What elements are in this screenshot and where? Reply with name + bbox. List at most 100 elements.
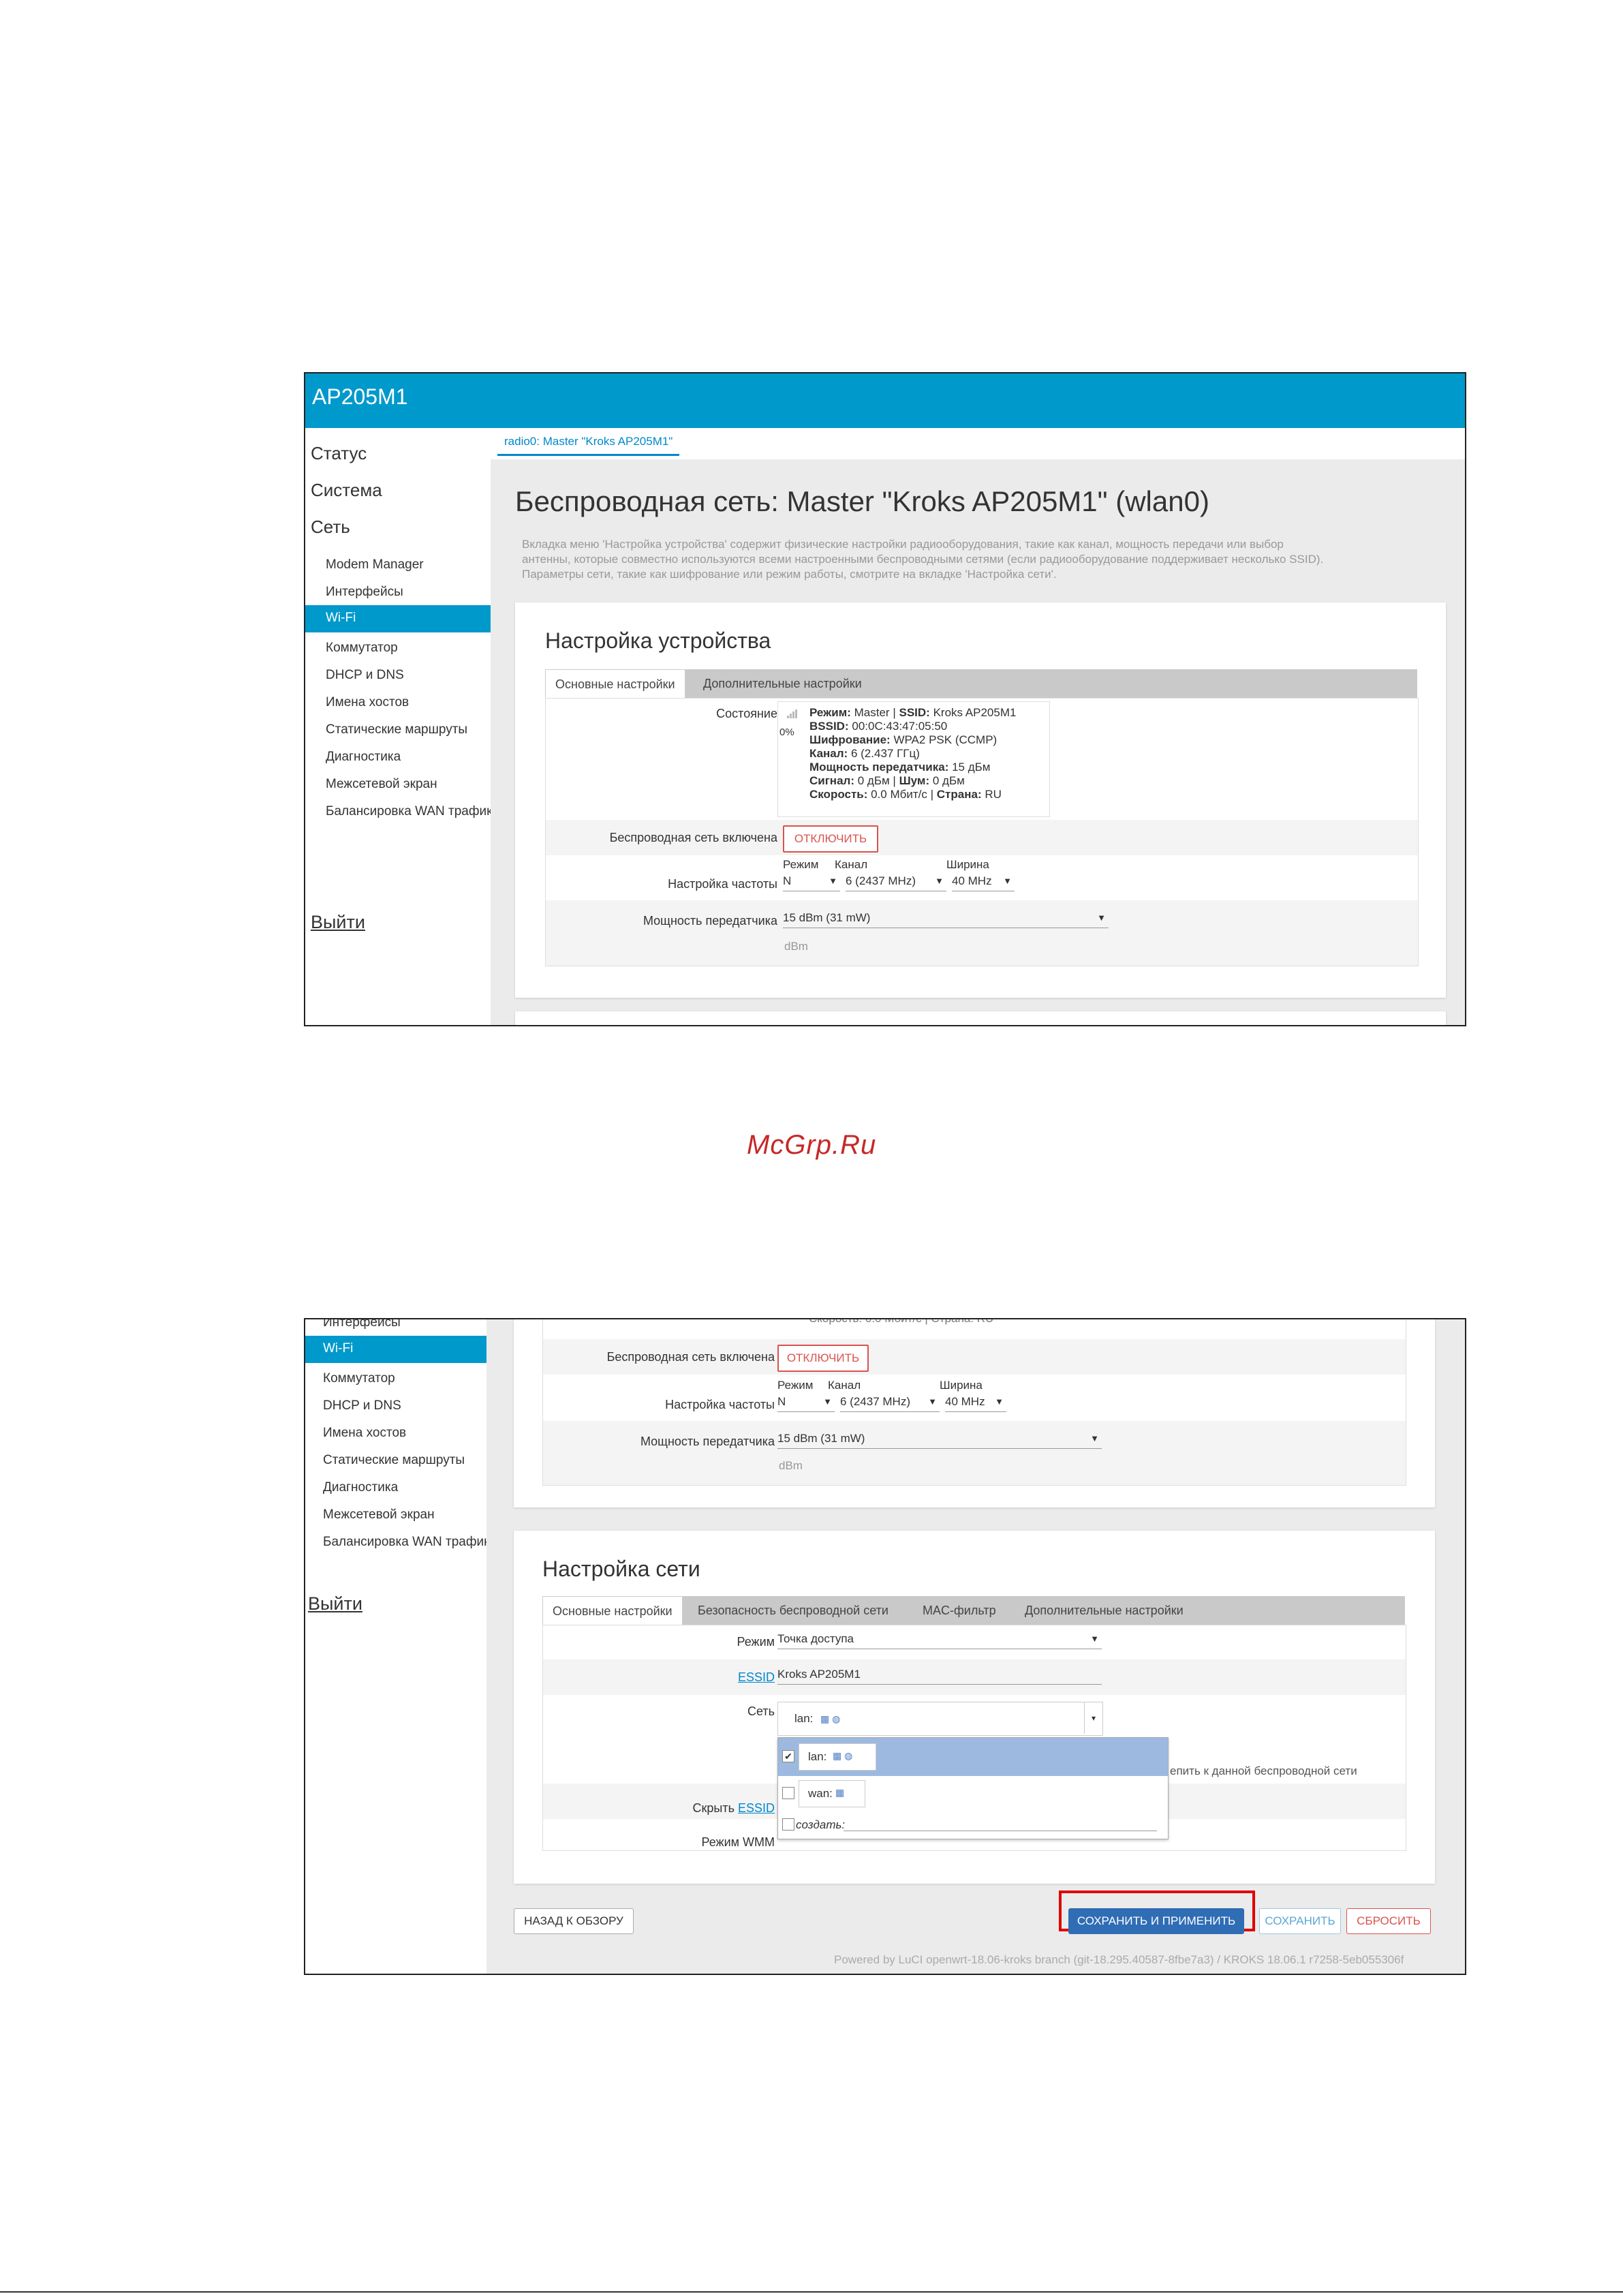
freq-channel-select[interactable]: 6 (2437 MHz) ▼	[846, 873, 946, 891]
dropdown-item-create[interactable]: создать:	[778, 1811, 1168, 1837]
device-basic-panel-continued: Скорость: 0.0 Мбит/с | Страна: RU Беспро…	[542, 1318, 1406, 1486]
hide-essid-label: Скрыть ESSID	[692, 1801, 775, 1815]
status-speed-country-partial: Скорость: 0.0 Мбит/с | Страна: RU	[809, 1318, 994, 1325]
tab-basic-settings[interactable]: Основные настройки	[545, 669, 685, 698]
network-wan-icon: ▦	[835, 1787, 845, 1798]
status-encryption: Шифрование: WPA2 PSK (CCMP)	[809, 733, 998, 746]
device-tabs: Основные настройки Дополнительные настро…	[545, 669, 1417, 698]
status-signal-noise: Сигнал: 0 дБм | Шум: 0 дБм	[809, 774, 965, 787]
freq-mode-select[interactable]: N ▼	[783, 873, 840, 891]
sidebar-item-dhcp-dns[interactable]: DHCP и DNS	[323, 1398, 401, 1413]
sidebar-item-interfaces[interactable]: Интерфейсы	[323, 1319, 401, 1330]
checkbox-empty-icon[interactable]	[782, 1818, 794, 1831]
back-to-overview-button[interactable]: НАЗАД К ОБЗОРУ	[514, 1908, 634, 1934]
disable-button[interactable]: ОТКЛЮЧИТЬ	[783, 825, 878, 853]
sidebar-item-hostnames[interactable]: Имена хостов	[326, 695, 409, 710]
tx-power-label: Мощность передатчика	[643, 914, 777, 928]
chevron-down-icon[interactable]: ▾	[1084, 1702, 1102, 1734]
sidebar-item-dhcp-dns[interactable]: DHCP и DNS	[326, 668, 404, 683]
freq-label: Настройка частоты	[668, 877, 777, 891]
sidebar-item-diagnostics[interactable]: Диагностика	[323, 1480, 398, 1495]
save-button[interactable]: СОХРАНИТЬ	[1259, 1908, 1341, 1934]
checkbox-empty-icon[interactable]	[782, 1787, 794, 1799]
sidebar-item-wifi[interactable]: Wi-Fi	[305, 1336, 486, 1363]
tx-power-hint: dBm	[784, 940, 808, 953]
sidebar-item-static-routes[interactable]: Статические маршруты	[326, 722, 467, 737]
freq-mode-header: Режим	[783, 858, 819, 871]
signal-bars-icon	[787, 709, 797, 718]
status-label: Состояние	[716, 707, 777, 720]
checkbox-checked-icon[interactable]: ✔	[782, 1750, 794, 1762]
sidebar-item-system[interactable]: Система	[311, 480, 382, 501]
sidebar-item-status[interactable]: Статус	[311, 443, 367, 464]
device-basic-panel: Состояние 0% Режим: Master | SSID: Kroks…	[545, 698, 1419, 966]
mode-label: Режим	[737, 1635, 775, 1649]
sidebar-item-wan-balancing[interactable]: Балансировка WAN трафик	[326, 804, 492, 819]
dropdown-item-lan[interactable]: ✔ lan: ▦ ◍	[778, 1738, 1168, 1776]
status-bssid: BSSID: 00:0C:43:47:05:50	[809, 720, 948, 733]
tab-advanced-settings[interactable]: Дополнительные настройки	[1015, 1596, 1193, 1625]
tx-power-label: Мощность передатчика	[640, 1435, 775, 1448]
network-tabs: Основные настройки Безопасность беспрово…	[542, 1596, 1405, 1625]
footer-text: Powered by LuCI openwrt-18.06-kroks bran…	[834, 1953, 1404, 1966]
logout-link[interactable]: Выйти	[308, 1593, 362, 1614]
network-lan-icon: ▦ ◍	[833, 1750, 853, 1761]
sidebar-item-firewall[interactable]: Межсетевой экран	[323, 1507, 435, 1522]
status-mode-ssid: Режим: Master | SSID: Kroks AP205M1	[809, 706, 1017, 719]
freq-channel-header: Канал	[835, 858, 868, 871]
sidebar-item-firewall[interactable]: Межсетевой экран	[326, 777, 437, 792]
screenshot-device-settings: AP205M1 Статус Система Сеть Modem Manage…	[304, 372, 1466, 1026]
page-bottom-rule	[0, 2291, 1623, 2293]
sidebar-item-interfaces[interactable]: Интерфейсы	[326, 585, 403, 600]
freq-width-select[interactable]: 40 MHz ▼	[945, 1394, 1006, 1412]
freq-width-select[interactable]: 40 MHz ▼	[952, 873, 1015, 891]
tx-power-select[interactable]: 15 dBm (31 mW) ▼	[783, 910, 1109, 928]
device-settings-card: Настройка устройства Основные настройки …	[515, 602, 1446, 998]
freq-width-header: Ширина	[940, 1379, 983, 1392]
main-content-2: Скорость: 0.0 Мбит/с | Страна: RU Беспро…	[486, 1319, 1465, 1974]
sidebar-item-switch[interactable]: Коммутатор	[323, 1371, 395, 1386]
sidebar: Статус Система Сеть Modem Manager Интерф…	[305, 428, 492, 1025]
save-apply-button[interactable]: СОХРАНИТЬ И ПРИМЕНИТЬ	[1068, 1908, 1244, 1934]
dropdown-item-wan[interactable]: wan: ▦	[778, 1776, 1168, 1810]
network-settings-card: Настройка сети Основные настройки Безопа…	[514, 1531, 1435, 1884]
tab-basic-settings[interactable]: Основные настройки	[542, 1596, 683, 1625]
tab-radio0[interactable]: radio0: Master "Kroks AP205M1"	[497, 435, 680, 456]
freq-mode-select[interactable]: N ▼	[777, 1394, 835, 1412]
screenshot-network-settings: Интерфейсы Wi-Fi Коммутатор DHCP и DNS И…	[304, 1318, 1466, 1975]
freq-width-header: Ширина	[946, 858, 989, 871]
tx-power-select[interactable]: 15 dBm (31 mW) ▼	[777, 1430, 1102, 1449]
essid-label-link[interactable]: ESSID	[738, 1670, 775, 1685]
tab-advanced-settings[interactable]: Дополнительные настройки	[694, 669, 871, 698]
freq-channel-select[interactable]: 6 (2437 MHz) ▼	[840, 1394, 940, 1412]
wifi-mode-select[interactable]: Точка доступа ▼	[777, 1631, 1102, 1649]
status-speed-country: Скорость: 0.0 Мбит/с | Страна: RU	[809, 788, 1002, 801]
network-basic-panel: Режим Точка доступа ▼ ESSID Kroks AP205M1…	[542, 1625, 1406, 1851]
page-title: Беспроводная сеть: Master "Kroks AP205M1…	[515, 485, 1209, 517]
sidebar-item-wan-balancing[interactable]: Балансировка WAN трафик	[323, 1535, 489, 1550]
status-box: 0% Режим: Master | SSID: Kroks AP205M1 B…	[777, 701, 1050, 817]
essid-input[interactable]: Kroks AP205M1	[777, 1666, 1102, 1685]
freq-channel-header: Канал	[828, 1379, 861, 1392]
network-settings-card-partial	[515, 1011, 1446, 1025]
tab-wireless-security[interactable]: Безопасность беспроводной сети	[688, 1596, 898, 1625]
app-title[interactable]: AP205M1	[312, 384, 408, 410]
reset-button[interactable]: СБРОСИТЬ	[1346, 1908, 1431, 1934]
sidebar-2: Интерфейсы Wi-Fi Коммутатор DHCP и DNS И…	[305, 1319, 491, 1974]
network-dropdown: ✔ lan: ▦ ◍ wan: ▦ создать:	[777, 1737, 1169, 1839]
sidebar-item-diagnostics[interactable]: Диагностика	[326, 750, 401, 765]
network-settings-title: Настройка сети	[542, 1557, 700, 1581]
sidebar-item-wifi[interactable]: Wi-Fi	[305, 605, 491, 632]
network-select[interactable]: lan: ▦ ◍ ▾	[777, 1702, 1103, 1736]
sidebar-item-hostnames[interactable]: Имена хостов	[323, 1426, 406, 1441]
sidebar-item-switch[interactable]: Коммутатор	[326, 641, 398, 656]
network-lan-icon: ▦ ◍	[820, 1713, 841, 1724]
logout-link[interactable]: Выйти	[311, 912, 365, 933]
tab-mac-filter[interactable]: MAC-фильтр	[913, 1596, 1006, 1625]
disable-button[interactable]: ОТКЛЮЧИТЬ	[777, 1345, 869, 1372]
sidebar-item-network[interactable]: Сеть	[311, 517, 350, 538]
sidebar-item-modem-manager[interactable]: Modem Manager	[326, 557, 424, 572]
radio-tabs: radio0: Master "Kroks AP205M1"	[491, 428, 1465, 459]
sidebar-item-static-routes[interactable]: Статические маршруты	[323, 1453, 465, 1468]
wmm-mode-label: Режим WMM	[701, 1835, 775, 1849]
